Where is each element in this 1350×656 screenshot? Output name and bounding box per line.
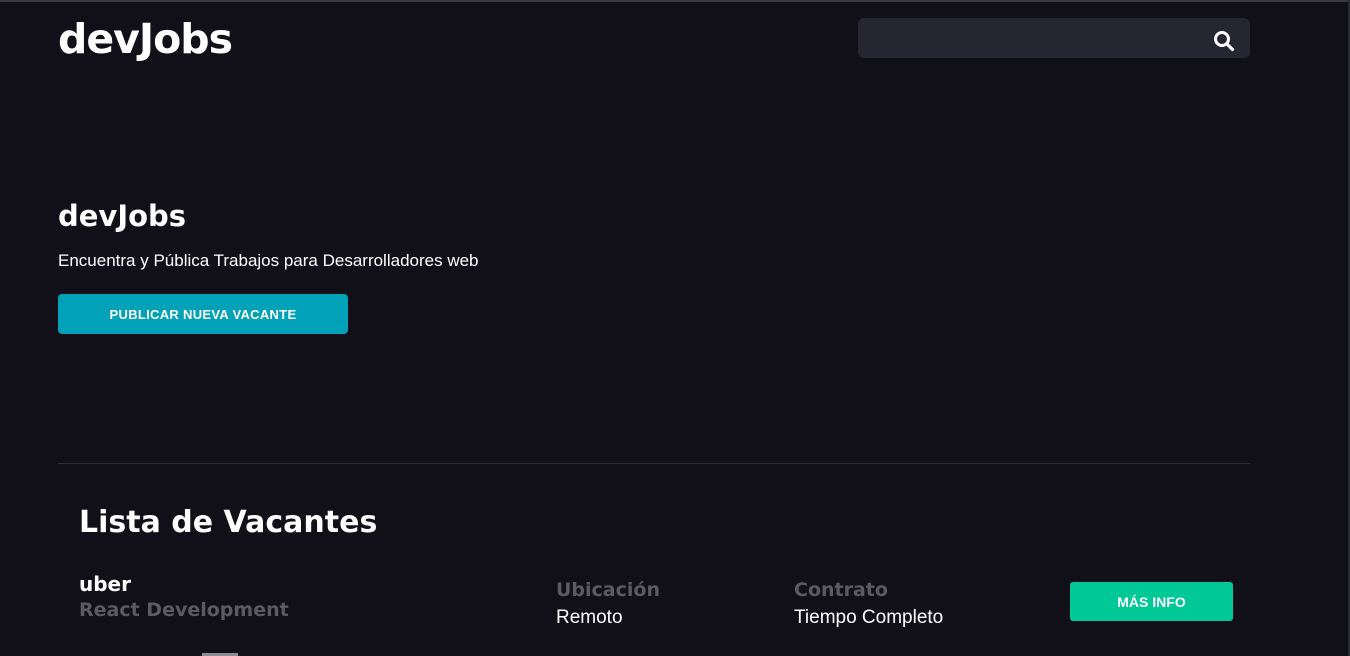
search-bar [858, 18, 1250, 58]
publish-vacancy-button[interactable]: PUBLICAR NUEVA VACANTE [58, 294, 348, 334]
vacancy-position: React Development [79, 599, 289, 621]
location-label: Ubicación [556, 579, 660, 601]
vacancies-title: Lista de Vacantes [79, 505, 378, 540]
site-logo[interactable]: devJobs [58, 14, 233, 64]
page: devJobs devJobs Encuentra y Pública Trab… [0, 0, 1350, 656]
contract-label: Contrato [794, 579, 888, 601]
hero-title: devJobs [58, 199, 187, 233]
vacancy-company: uber [79, 572, 131, 596]
search-input[interactable] [858, 18, 1198, 58]
more-info-button[interactable]: MÁS INFO [1070, 582, 1233, 621]
hero-subtitle: Encuentra y Pública Trabajos para Desarr… [58, 251, 479, 270]
search-icon[interactable] [1213, 30, 1235, 52]
section-divider [58, 463, 1250, 464]
top-border [0, 0, 1350, 2]
contract-value: Tiempo Completo [794, 607, 944, 628]
location-value: Remoto [556, 607, 623, 628]
